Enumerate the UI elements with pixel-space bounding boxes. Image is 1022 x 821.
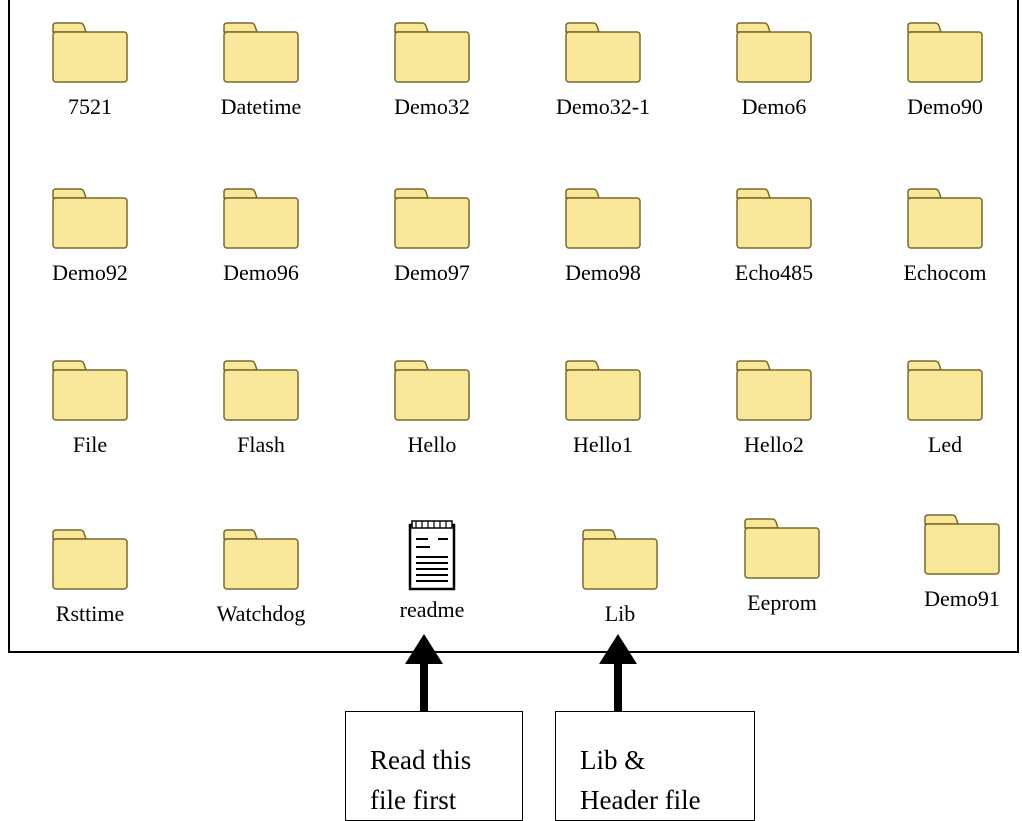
arrow-up-icon	[405, 634, 443, 714]
folder-label: Hello2	[744, 432, 804, 457]
folder-item-hello1[interactable]: Hello1	[528, 358, 678, 458]
folder-item-hello[interactable]: Hello	[357, 358, 507, 458]
folder-icon	[582, 529, 658, 590]
folder-label: Lib	[604, 601, 636, 626]
folder-label: Demo32	[394, 94, 470, 119]
callout-readme: Read this file first	[345, 711, 523, 821]
folder-icon	[223, 188, 299, 249]
folder-icon	[736, 188, 812, 249]
file-label: readme	[399, 597, 465, 622]
folder-item-led[interactable]: Led	[870, 358, 1020, 458]
folder-label: Led	[927, 432, 963, 457]
folder-label: Eeprom	[747, 590, 817, 615]
folder-item-watchdog[interactable]: Watchdog	[186, 527, 336, 627]
folder-label: Echocom	[903, 260, 987, 285]
folder-item-rsttime[interactable]: Rsttime	[15, 527, 165, 627]
folder-item-demo6[interactable]: Demo6	[699, 20, 849, 120]
folder-label: Demo6	[741, 94, 807, 119]
file-explorer-pane: 7521 Datetime Demo32 Demo32-1 Demo6 Demo…	[8, 0, 1019, 653]
folder-label: Demo91	[924, 586, 1000, 611]
folder-icon	[565, 360, 641, 421]
folder-icon	[394, 188, 470, 249]
folder-label: Demo97	[394, 260, 470, 285]
folder-label: Demo92	[52, 260, 128, 285]
folder-label: Flash	[237, 432, 285, 457]
folder-label: Hello1	[573, 432, 633, 457]
folder-icon	[565, 188, 641, 249]
folder-item-flash[interactable]: Flash	[186, 358, 336, 458]
folder-label: Watchdog	[216, 601, 306, 626]
folder-item-demo98[interactable]: Demo98	[528, 186, 678, 286]
folder-icon	[223, 360, 299, 421]
folder-icon	[52, 360, 128, 421]
folder-label: Hello	[407, 432, 457, 457]
folder-icon	[744, 518, 820, 579]
folder-item-demo92[interactable]: Demo92	[15, 186, 165, 286]
file-item-readme[interactable]: readme	[357, 519, 507, 623]
folder-item-demo32-1[interactable]: Demo32-1	[528, 20, 678, 120]
folder-icon	[394, 22, 470, 83]
folder-icon	[736, 360, 812, 421]
callout-readme-line1: Read this	[370, 745, 472, 775]
callout-lib-line2: Header file	[580, 785, 701, 815]
folder-label: File	[72, 432, 108, 457]
folder-icon	[565, 22, 641, 83]
folder-label: Demo32-1	[555, 94, 651, 119]
folder-label: 7521	[68, 94, 112, 119]
folder-icon	[52, 22, 128, 83]
notepad-document-icon	[408, 520, 456, 591]
folder-icon	[394, 360, 470, 421]
callout-lib-line1: Lib &	[580, 745, 646, 775]
folder-item-demo32[interactable]: Demo32	[357, 20, 507, 120]
folder-label: Demo96	[223, 260, 299, 285]
folder-icon	[223, 22, 299, 83]
folder-item-demo97[interactable]: Demo97	[357, 186, 507, 286]
folder-icon	[907, 22, 983, 83]
folder-icon	[924, 514, 1000, 575]
folder-item-7521[interactable]: 7521	[15, 20, 165, 120]
callout-lib: Lib & Header file	[555, 711, 755, 821]
folder-item-hello2[interactable]: Hello2	[699, 358, 849, 458]
folder-label: Rsttime	[55, 601, 125, 626]
folder-label: Demo98	[565, 260, 641, 285]
folder-item-eeprom[interactable]: Eeprom	[707, 516, 857, 616]
folder-item-file[interactable]: File	[15, 358, 165, 458]
folder-item-lib[interactable]: Lib	[545, 527, 695, 627]
folder-label: Datetime	[220, 94, 302, 119]
folder-icon	[736, 22, 812, 83]
callout-readme-line2: file first	[370, 785, 457, 815]
arrow-up-icon	[599, 634, 637, 714]
folder-icon	[52, 188, 128, 249]
folder-item-datetime[interactable]: Datetime	[186, 20, 336, 120]
folder-item-echo485[interactable]: Echo485	[699, 186, 849, 286]
folder-icon	[223, 529, 299, 590]
folder-icon	[907, 188, 983, 249]
folder-label: Echo485	[734, 260, 814, 285]
folder-icon	[52, 529, 128, 590]
folder-icon	[907, 360, 983, 421]
folder-label: Demo90	[907, 94, 983, 119]
folder-item-demo91[interactable]: Demo91	[887, 512, 1022, 612]
folder-item-demo90[interactable]: Demo90	[870, 20, 1020, 120]
folder-item-echocom[interactable]: Echocom	[870, 186, 1020, 286]
folder-item-demo96[interactable]: Demo96	[186, 186, 336, 286]
